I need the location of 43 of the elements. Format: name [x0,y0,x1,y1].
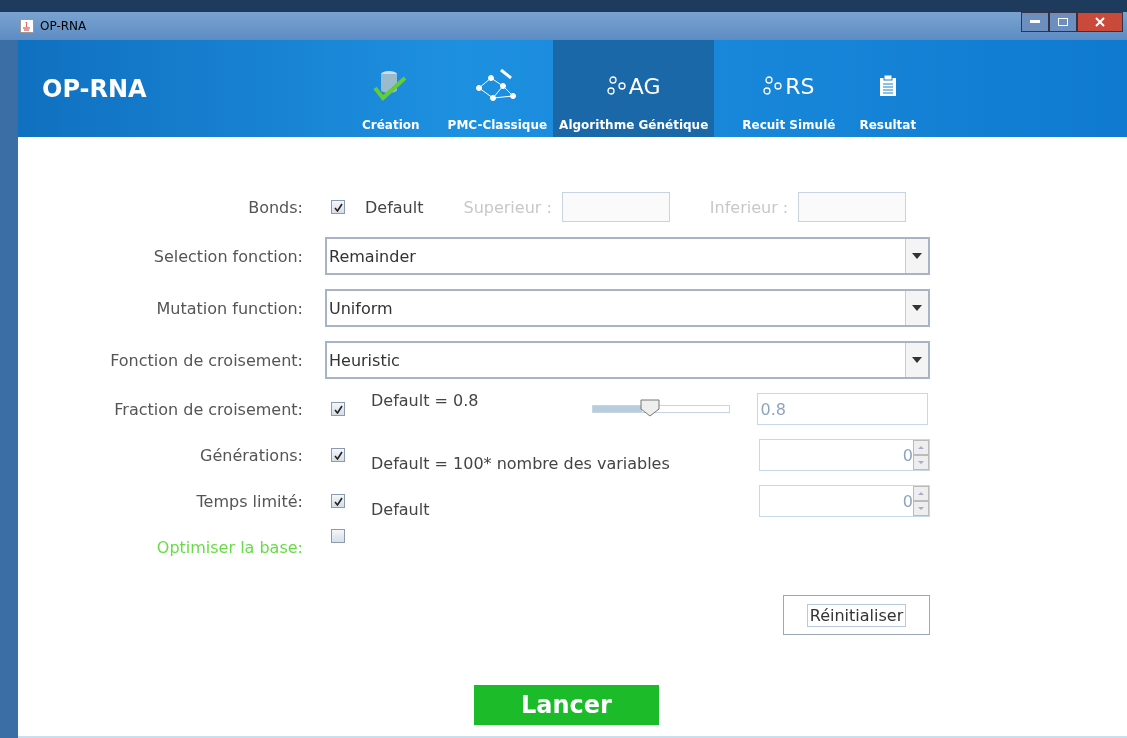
field-label: Mutation function: [155,298,303,318]
checkbox[interactable] [331,529,345,543]
slider-thumb[interactable] [639,399,662,417]
nav-tab[interactable]: Création [342,40,442,137]
tab-glyph: RS [785,73,815,99]
caret-icon [912,305,922,311]
clipboard-icon [878,75,897,97]
close-icon [1095,17,1105,27]
close-button[interactable] [1077,12,1123,32]
reset-button[interactable]: Réinitialiser [783,595,930,635]
option-label: Default [371,500,430,519]
field-label: Fonction de croisement: [109,350,303,370]
field-label: Bonds: [247,197,303,217]
field-label: Optimiser la base: [155,537,303,557]
caret-icon [912,357,922,363]
tab-glyph: AG [628,73,661,99]
field-label: Selection fonction: [152,246,303,266]
option-label: Default = 0.8 [371,391,479,410]
java-icon [20,19,34,33]
option-label: Default [365,197,424,217]
dropdown[interactable]: Uniform [325,289,930,327]
circles-icon [763,76,784,96]
field-label: Fraction de croisement: [113,399,303,419]
maximize-button[interactable] [1049,12,1077,32]
minimize-icon [1030,20,1040,24]
app-name: OP-RNA [42,74,148,103]
nav-tab[interactable]: AG Algorithme Génétique [553,40,715,137]
minimize-button[interactable] [1021,12,1049,32]
window-title: OP-RNA [40,19,87,33]
caret-icon [912,253,922,259]
dropdown[interactable]: Remainder [325,237,930,275]
circles-icon [606,76,627,96]
nav-tab[interactable]: Resultat [853,40,923,137]
spinner-arrows-icon [913,486,929,516]
nav-tab[interactable]: RS Recuit Simulé [714,40,854,137]
field-label: Générations: [199,445,303,465]
spinner-arrows-icon [913,440,929,470]
run-button[interactable]: Lancer [474,685,659,725]
nav-tab[interactable]: PMC-Classique [441,40,554,137]
dropdown[interactable]: Heuristic [325,341,930,379]
field-label: Temps limité: [195,491,303,511]
maximize-icon [1058,18,1068,26]
option-label: Default = 100* nombre des variables [371,454,670,473]
